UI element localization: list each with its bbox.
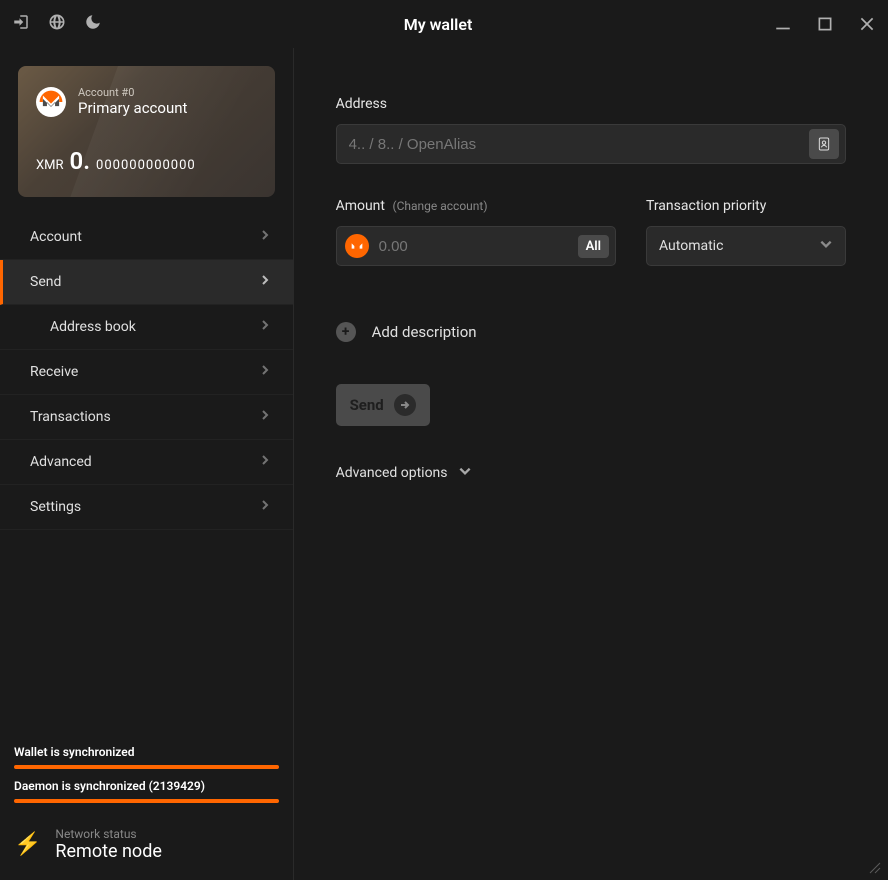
address-input-wrap bbox=[336, 124, 846, 164]
advanced-options-toggle[interactable]: Advanced options bbox=[336, 464, 846, 482]
daemon-sync-bar bbox=[14, 799, 279, 803]
network-status[interactable]: ⚡ Network status Remote node bbox=[0, 813, 293, 880]
balance-display: XMR 0. 000000000000 bbox=[36, 147, 257, 175]
add-description-label: Add description bbox=[372, 323, 477, 341]
send-button[interactable]: Send bbox=[336, 384, 430, 426]
network-status-value: Remote node bbox=[55, 841, 162, 862]
address-label: Address bbox=[336, 96, 846, 112]
nav-advanced[interactable]: Advanced bbox=[0, 440, 293, 485]
nav-address-book[interactable]: Address book bbox=[0, 305, 293, 350]
nav-receive[interactable]: Receive bbox=[0, 350, 293, 395]
change-account-link[interactable]: (Change account) bbox=[392, 199, 487, 213]
daemon-sync-label: Daemon is synchronized (2139429) bbox=[14, 779, 279, 793]
amount-input[interactable] bbox=[349, 238, 578, 255]
network-status-label: Network status bbox=[55, 827, 162, 841]
monero-logo-icon bbox=[36, 87, 66, 117]
chevron-right-icon bbox=[259, 454, 271, 470]
logout-icon[interactable] bbox=[12, 13, 30, 35]
sync-status: Wallet is synchronized Daemon is synchro… bbox=[0, 735, 293, 813]
minimize-button[interactable] bbox=[774, 15, 792, 33]
chevron-right-icon bbox=[259, 499, 271, 515]
theme-moon-icon[interactable] bbox=[84, 13, 102, 35]
priority-select[interactable]: Automatic bbox=[646, 226, 846, 266]
chevron-right-icon bbox=[259, 229, 271, 245]
plus-icon: + bbox=[336, 322, 356, 342]
window-title: My wallet bbox=[102, 15, 774, 34]
bolt-icon: ⚡ bbox=[14, 832, 41, 857]
chevron-down-icon bbox=[458, 464, 472, 482]
nav-account[interactable]: Account bbox=[0, 215, 293, 260]
priority-label: Transaction priority bbox=[646, 198, 846, 214]
account-card[interactable]: Account #0 Primary account XMR 0. 000000… bbox=[18, 66, 275, 197]
address-book-button[interactable] bbox=[809, 129, 839, 159]
account-number: Account #0 bbox=[78, 86, 187, 99]
chevron-right-icon bbox=[259, 364, 271, 380]
add-description-button[interactable]: + Add description bbox=[336, 322, 846, 342]
account-name: Primary account bbox=[78, 99, 187, 117]
chevron-right-icon bbox=[259, 319, 271, 335]
wallet-sync-label: Wallet is synchronized bbox=[14, 745, 279, 759]
address-input[interactable] bbox=[349, 136, 809, 153]
nav-transactions[interactable]: Transactions bbox=[0, 395, 293, 440]
priority-value: Automatic bbox=[659, 238, 723, 254]
amount-all-button[interactable]: All bbox=[578, 235, 609, 258]
chevron-down-icon bbox=[819, 237, 833, 255]
monero-coin-icon bbox=[345, 234, 369, 258]
nav-settings[interactable]: Settings bbox=[0, 485, 293, 530]
globe-icon[interactable] bbox=[48, 13, 66, 35]
nav-send[interactable]: Send bbox=[0, 260, 293, 305]
amount-label: Amount (Change account) bbox=[336, 198, 616, 214]
chevron-right-icon bbox=[259, 409, 271, 425]
resize-grip-icon[interactable] bbox=[868, 860, 882, 874]
chevron-right-icon bbox=[259, 274, 271, 290]
maximize-button[interactable] bbox=[816, 15, 834, 33]
wallet-sync-bar bbox=[14, 765, 279, 769]
close-button[interactable] bbox=[858, 15, 876, 33]
arrow-right-icon bbox=[394, 394, 416, 416]
